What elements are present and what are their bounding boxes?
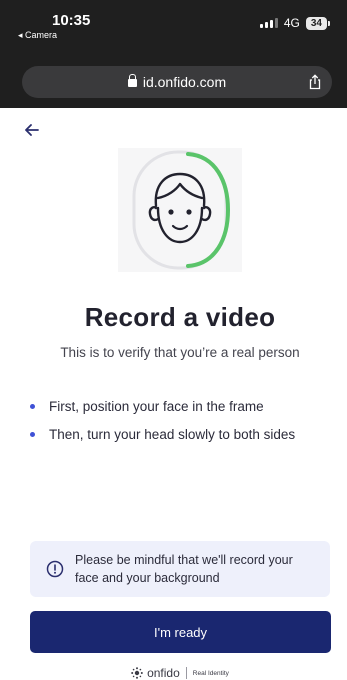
- onfido-logo-icon: [131, 667, 143, 679]
- footer: onfido Real Identity: [0, 666, 347, 680]
- face-illustration-icon: [118, 148, 242, 272]
- bullet-icon: [30, 403, 35, 409]
- notice-text: Please be mindful that we'll record your…: [75, 551, 293, 587]
- battery-icon: 34: [305, 16, 331, 30]
- address-bar[interactable]: id.onfido.com: [22, 66, 332, 98]
- step-text: Then, turn your head slowly to both side…: [49, 426, 296, 442]
- onfido-logo: onfido: [131, 666, 180, 680]
- lock-icon: [127, 74, 137, 87]
- arrow-left-icon[interactable]: [22, 120, 42, 140]
- divider: [185, 667, 187, 679]
- step-text: First, position your face in the frame: [49, 398, 264, 414]
- list-item: Then, turn your head slowly to both side…: [30, 420, 295, 448]
- brand-name: onfido: [147, 666, 180, 680]
- network-type: 4G: [283, 16, 300, 30]
- share-icon[interactable]: [306, 73, 324, 91]
- page-subtitle: This is to verify that you’re a real per…: [60, 345, 300, 360]
- browser-chrome: 10:35 ◂ Camera 4G 34 id.onfido.com: [0, 0, 347, 108]
- status-time: 10:35: [52, 12, 91, 29]
- im-ready-button[interactable]: I'm ready: [30, 611, 331, 653]
- brand-tagline: Real Identity: [192, 669, 229, 677]
- page-title: Record a video: [84, 302, 276, 332]
- notice-line: Please be mindful that we'll record your: [75, 553, 293, 567]
- signal-icon: [259, 18, 278, 28]
- bullet-icon: [30, 431, 35, 437]
- status-indicators: 4G 34: [259, 16, 331, 30]
- info-icon: [46, 560, 64, 578]
- notice-line: face and your background: [75, 571, 220, 585]
- recording-notice: Please be mindful that we'll record your…: [30, 541, 330, 597]
- url-text: id.onfido.com: [142, 74, 227, 90]
- list-item: First, position your face in the frame: [30, 392, 295, 420]
- back-to-app-link[interactable]: ◂ Camera: [18, 30, 57, 41]
- instruction-list: First, position your face in the frame T…: [30, 392, 295, 448]
